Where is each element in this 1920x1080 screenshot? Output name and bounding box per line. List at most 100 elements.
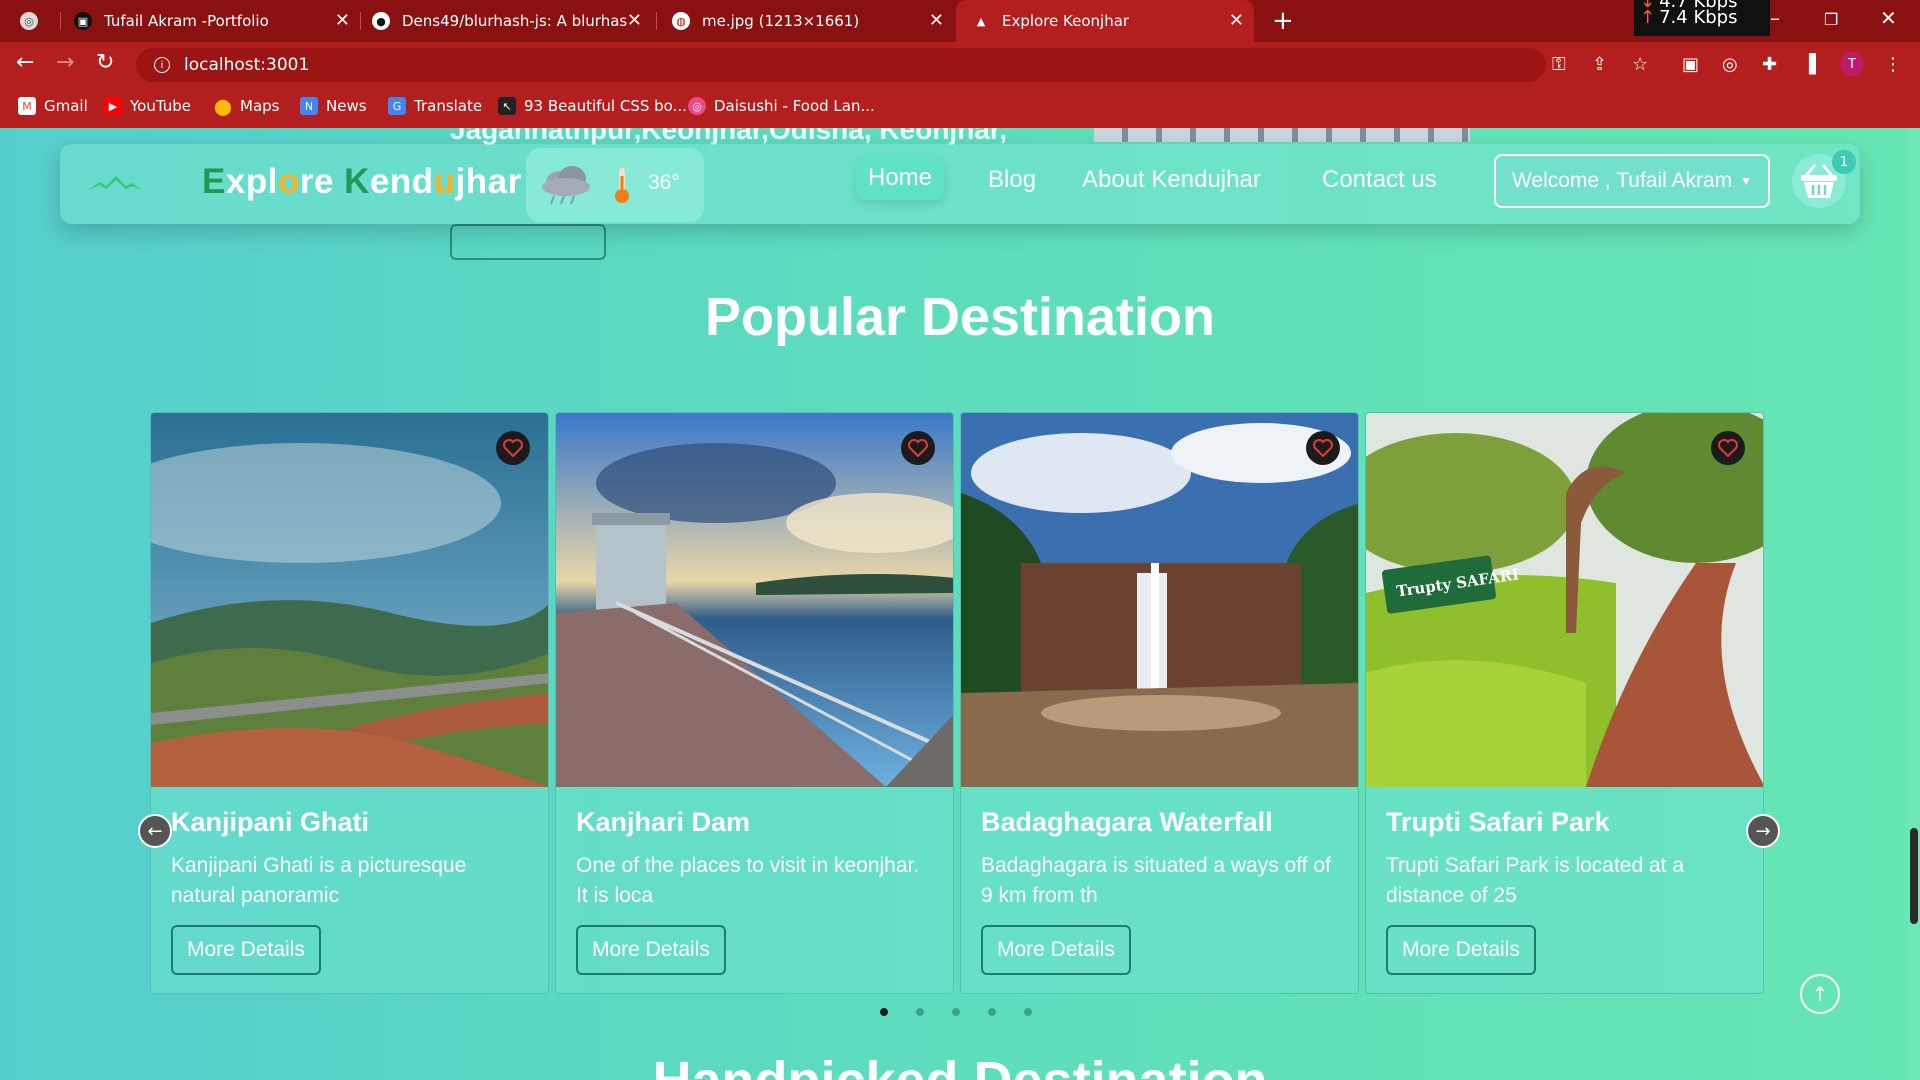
carousel-dot[interactable]	[916, 1008, 924, 1016]
nav-contact[interactable]: Contact us	[1322, 166, 1437, 194]
upload-arrow-icon: ↑	[1640, 7, 1656, 28]
bookmark-label: News	[326, 97, 367, 115]
tab-github[interactable]: ● Dens49/blurhash-js: A blurhash p ✕	[372, 0, 652, 42]
menu-kebab-icon[interactable]: ⋮	[1884, 54, 1902, 75]
favorite-heart-button[interactable]	[496, 431, 530, 465]
scrolled-button-outline	[450, 224, 606, 260]
destination-carousel: Kanjipani Ghati Kanjipani Ghati is a pic…	[150, 412, 1766, 994]
page-scrollbar[interactable]	[1908, 128, 1920, 1080]
scrollbar-thumb[interactable]	[1910, 828, 1918, 924]
sidepanel-icon[interactable]: ▐	[1802, 54, 1816, 75]
forward-icon[interactable]: →	[56, 50, 74, 75]
card-title: Kanjhari Dam	[576, 807, 751, 837]
maps-pin-icon: ⬤	[214, 96, 232, 116]
nav-about[interactable]: About Kendujhar	[1082, 166, 1261, 194]
extension-red-icon[interactable]: ▣	[1682, 54, 1699, 75]
puzzle-icon[interactable]: ✚	[1762, 54, 1777, 75]
welcome-label: Welcome , Tufail Akram	[1511, 169, 1733, 192]
favorite-heart-button[interactable]	[901, 431, 935, 465]
mountain-logo-icon[interactable]	[88, 174, 142, 194]
key-icon[interactable]: ⚿	[1552, 54, 1566, 75]
share-icon[interactable]: ⇪	[1592, 54, 1607, 75]
globe-icon: ◍	[672, 12, 690, 30]
card-description: Badaghagara is situated a ways off of 9 …	[981, 854, 1331, 907]
ghati-road-image	[151, 413, 548, 787]
restore-icon[interactable]: ❐	[1824, 10, 1838, 29]
arrow-left-icon: ←	[147, 820, 163, 842]
bookmark-css-boxes[interactable]: ↖ 93 Beautiful CSS bo...	[498, 97, 687, 115]
site-icon: ▲	[976, 14, 986, 28]
new-tab-button[interactable]: +	[1272, 6, 1294, 36]
card-description: Kanjipani Ghati is a picturesque natural…	[171, 854, 467, 907]
close-icon[interactable]: ✕	[627, 10, 642, 31]
brand-letter: E	[202, 162, 226, 201]
carousel-next-button[interactable]: →	[1746, 814, 1780, 848]
tab-app[interactable]: ◎	[20, 0, 60, 42]
close-icon[interactable]: ✕	[1229, 10, 1244, 31]
page-viewport: Jagannathpur,Keonjhar,Odisha, Keonjhar, …	[0, 128, 1920, 1080]
card-description: Trupti Safari Park is located at a dista…	[1386, 854, 1685, 907]
brand-text: Explore Kendujhar	[202, 162, 522, 201]
tab-portfolio[interactable]: ▣ Tufail Akram -Portfolio ✕	[74, 0, 360, 42]
site-info-icon[interactable]: i	[154, 57, 170, 73]
extension-target-icon[interactable]: ◎	[1722, 54, 1738, 75]
window-close-icon[interactable]: ✕	[1880, 6, 1897, 30]
carousel-dot[interactable]	[952, 1008, 960, 1016]
portfolio-icon: ▣	[74, 12, 92, 30]
card-title: Trupti Safari Park	[1386, 807, 1610, 837]
back-icon[interactable]: ←	[16, 50, 34, 75]
bookmark-youtube[interactable]: ▶ YouTube	[104, 97, 191, 115]
minimize-icon[interactable]: –	[1770, 6, 1780, 30]
favorite-heart-button[interactable]	[1711, 431, 1745, 465]
arrow-up-icon: ↑	[1811, 982, 1829, 1006]
star-icon[interactable]: ☆	[1632, 54, 1648, 75]
close-icon[interactable]: ✕	[929, 10, 944, 31]
destination-image[interactable]	[961, 413, 1358, 787]
rain-cloud-icon	[542, 166, 590, 205]
url-field[interactable]: i localhost:3001	[136, 48, 1546, 82]
carousel-prev-button[interactable]: ←	[138, 814, 172, 848]
gmail-icon: M	[18, 97, 36, 115]
nav-home[interactable]: Home	[856, 156, 945, 200]
bookmark-label: 93 Beautiful CSS bo...	[524, 97, 687, 115]
translate-icon: G	[388, 97, 406, 115]
destination-image[interactable]	[556, 413, 953, 787]
bookmark-news[interactable]: N News	[300, 97, 367, 115]
more-details-button[interactable]: More Details	[1386, 925, 1536, 975]
scroll-to-top-button[interactable]: ↑	[1800, 974, 1840, 1014]
bookmark-label: YouTube	[130, 97, 191, 115]
bookmark-maps[interactable]: ⬤ Maps	[214, 96, 279, 116]
more-details-button[interactable]: More Details	[576, 925, 726, 975]
site-navbar: Explore Kendujhar 36° Home Blog About Ke…	[60, 144, 1860, 224]
bookmark-translate[interactable]: G Translate	[388, 97, 482, 115]
brand-letter: end	[369, 162, 434, 201]
tab-image[interactable]: ◍ me.jpg (1213×1661) ✕	[672, 0, 954, 42]
carousel-dot[interactable]	[1024, 1008, 1032, 1016]
destination-image[interactable]: Trupty SAFARI	[1366, 413, 1763, 787]
tab-explore-keonjhar[interactable]: ▲ Explore Keonjhar ✕	[956, 0, 1254, 42]
user-dropdown-button[interactable]: Welcome , Tufail Akram ▼	[1494, 154, 1770, 208]
bookmarks-bar: M Gmail ▶ YouTube ⬤ Maps N News G Translate ↖…	[0, 88, 1920, 128]
net-up: 7.4 Kbps	[1659, 7, 1738, 28]
bookmark-daisushi[interactable]: ◎ Daisushi - Food Lan...	[688, 97, 875, 115]
destination-card: Kanjipani Ghati Kanjipani Ghati is a pic…	[150, 412, 549, 994]
cursor-icon: ↖	[498, 97, 516, 115]
destination-image[interactable]	[151, 413, 548, 787]
more-details-button[interactable]: More Details	[981, 925, 1131, 975]
tab-title: me.jpg (1213×1661)	[702, 12, 860, 30]
favorite-heart-button[interactable]	[1306, 431, 1340, 465]
tab-title: Explore Keonjhar	[1002, 12, 1130, 30]
nav-blog[interactable]: Blog	[988, 166, 1036, 194]
more-details-button[interactable]: More Details	[171, 925, 321, 975]
caret-down-icon: ▼	[1740, 174, 1753, 188]
bookmark-gmail[interactable]: M Gmail	[18, 97, 88, 115]
carousel-dot[interactable]	[988, 1008, 996, 1016]
carousel-dot[interactable]	[880, 1008, 888, 1016]
profile-avatar[interactable]: T	[1840, 52, 1864, 76]
brand-title[interactable]: Explore Kendujhar	[202, 162, 522, 202]
tab-separator	[60, 12, 61, 30]
address-bar: ← → ↻ i localhost:3001 ⚿ ⇪ ☆ ▣ ◎ ✚ ▐ T ⋮	[0, 42, 1920, 88]
card-title: Kanjipani Ghati	[171, 807, 370, 837]
reload-icon[interactable]: ↻	[96, 50, 114, 75]
close-icon[interactable]: ✕	[335, 10, 350, 31]
